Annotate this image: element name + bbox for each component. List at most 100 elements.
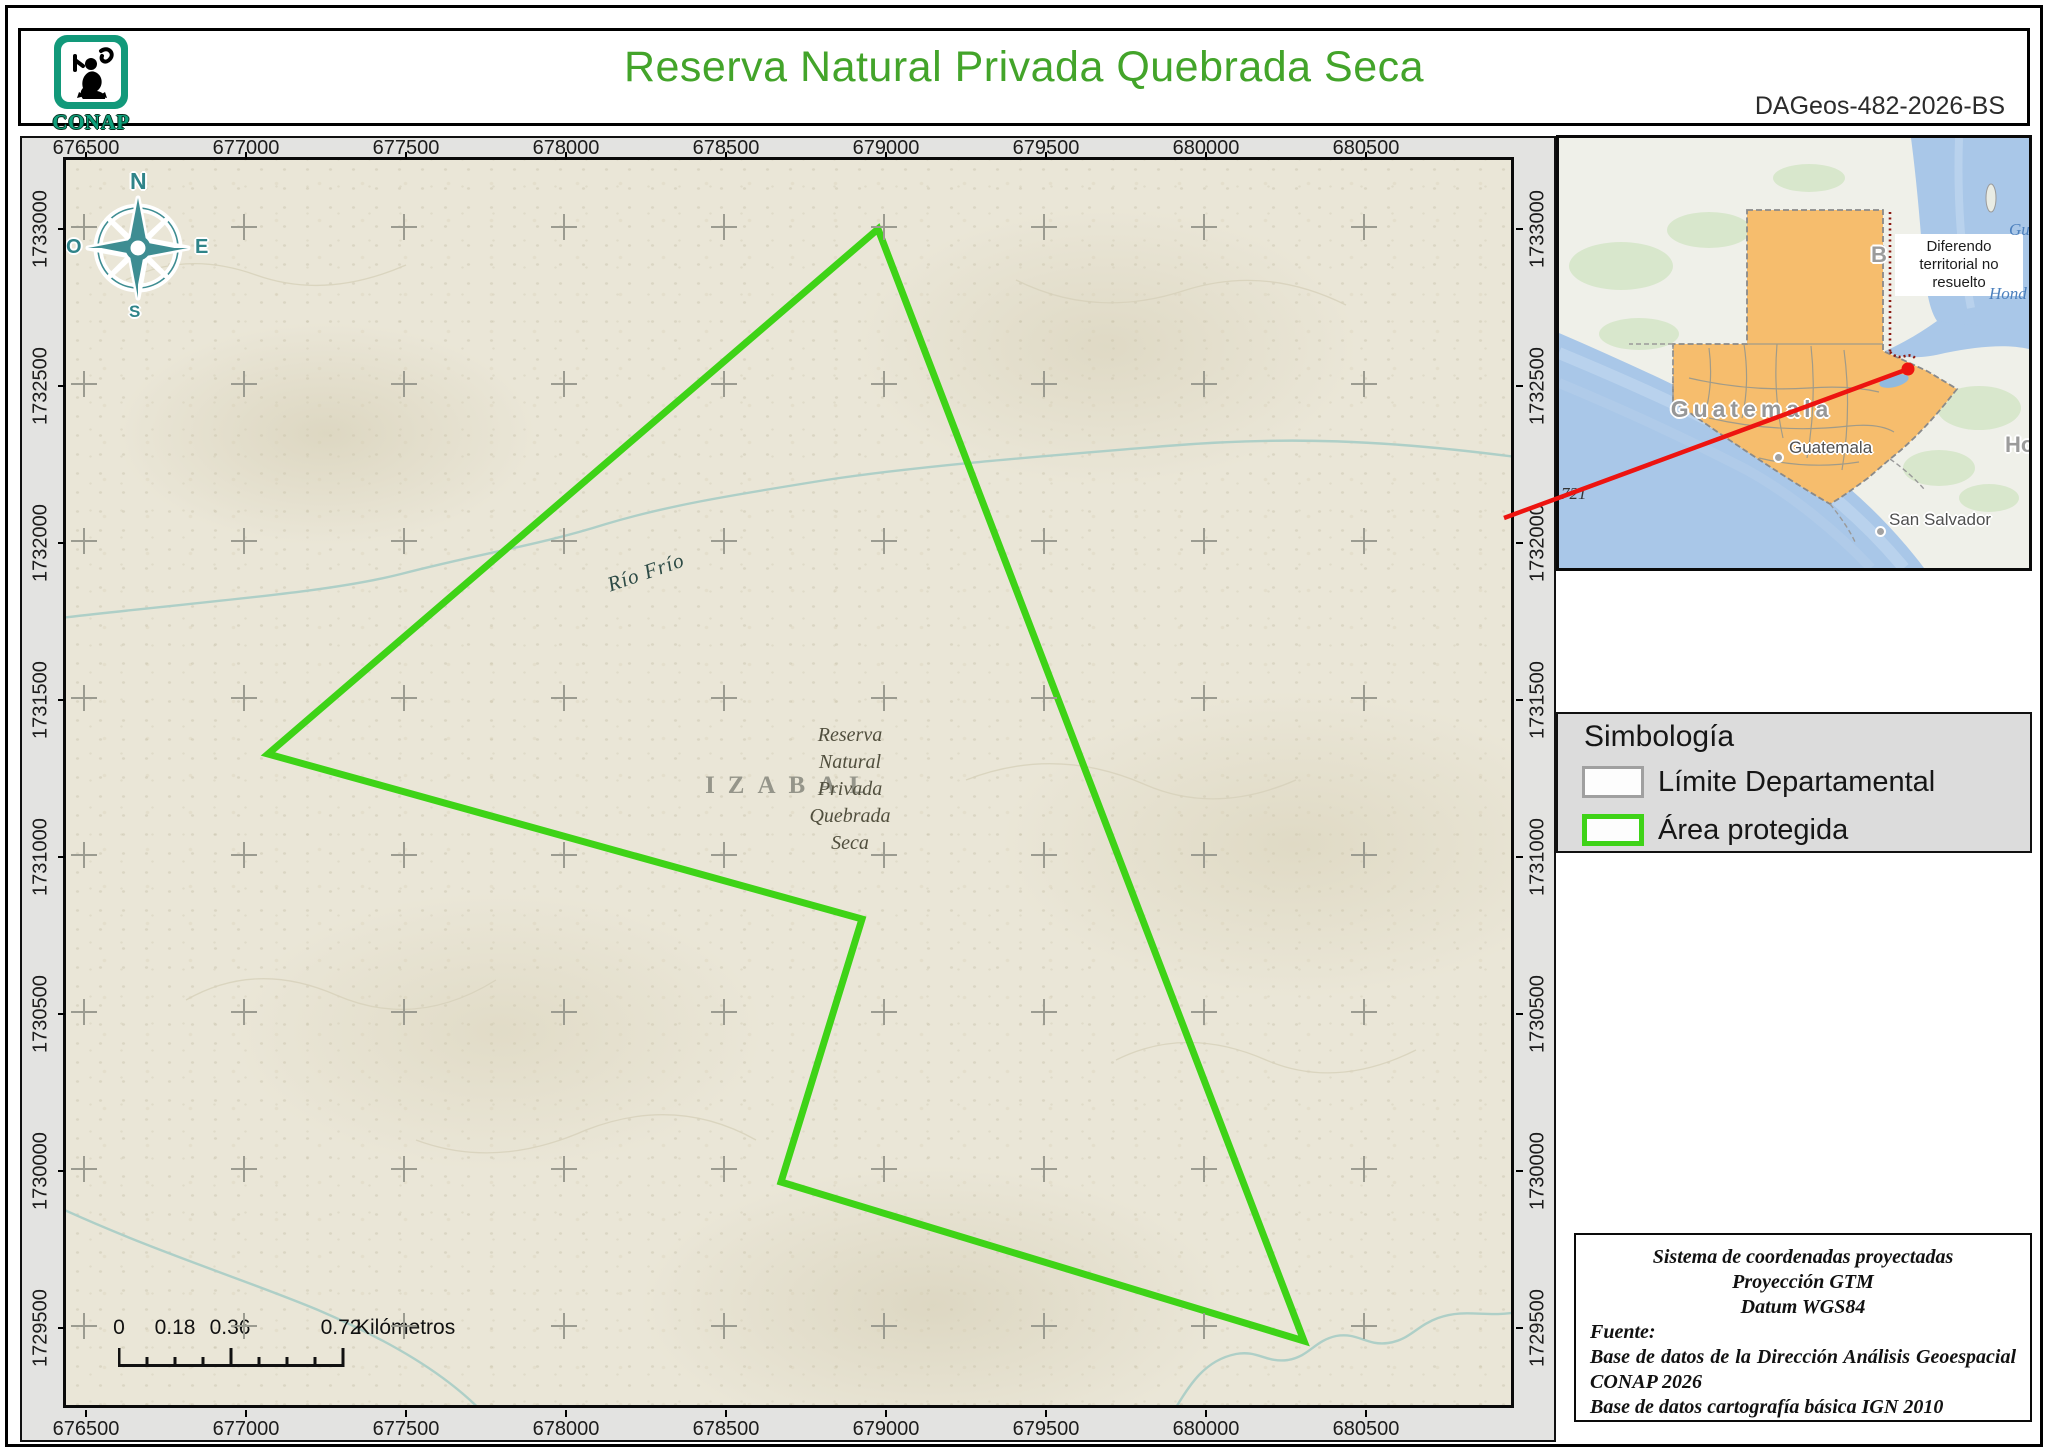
grid-cross: [71, 685, 97, 711]
conap-logo-text: CONAP: [41, 110, 141, 135]
y-axis-tick-right: [1516, 856, 1523, 858]
y-axis-tick-right: [1516, 228, 1523, 230]
grid-cross: [1031, 528, 1057, 554]
y-axis-tick-left: [58, 1170, 65, 1172]
grid-cross: [551, 371, 577, 397]
grid-cross: [1351, 371, 1377, 397]
y-axis-tick-right: [1516, 1170, 1523, 1172]
y-axis-tick-left: [58, 1327, 65, 1329]
grid-cross: [391, 1313, 417, 1339]
x-axis-label-bottom: 677500: [373, 1418, 440, 1441]
y-axis-label-right: 1731500: [1527, 661, 1550, 739]
grid-cross: [1191, 1156, 1217, 1182]
compass-s-label: S: [129, 302, 140, 322]
credits-source-heading: Fuente:: [1590, 1320, 2016, 1345]
x-axis-label-bottom: 678000: [533, 1418, 600, 1441]
grid-cross: [71, 842, 97, 868]
map-panel: N S O E Río Frío IZABAL ReservaNaturalPr…: [20, 136, 1556, 1442]
credits-projection: Proyección GTM: [1590, 1270, 2016, 1295]
y-axis-label-right: 1730000: [1527, 1132, 1550, 1210]
y-axis-label-right: 1732000: [1527, 504, 1550, 582]
grid-cross: [1351, 685, 1377, 711]
x-axis-tick-top: [1365, 152, 1367, 159]
grid-cross: [551, 685, 577, 711]
grid-cross: [1351, 1313, 1377, 1339]
document-id: DAGeos-482-2026-BS: [1755, 92, 2005, 121]
city-label-san-salvador: San Salvador: [1889, 510, 1991, 530]
compass-n-label: N: [130, 168, 147, 195]
x-axis-tick-top: [85, 152, 87, 159]
grid-cross: [231, 1156, 257, 1182]
gulf-partial-label-2: Hond: [1989, 284, 2027, 304]
grid-cross: [1351, 842, 1377, 868]
map-canvas[interactable]: N S O E Río Frío IZABAL ReservaNaturalPr…: [66, 160, 1511, 1405]
compass-rose: N S O E: [68, 170, 208, 320]
y-axis-label-left: 1733000: [30, 190, 53, 268]
x-axis-label-bottom: 676500: [53, 1418, 120, 1441]
y-axis-label-left: 1732000: [30, 504, 53, 582]
grid-cross: [231, 842, 257, 868]
grid-cross: [391, 1156, 417, 1182]
compass-e-label: E: [195, 236, 208, 259]
grid-cross: [391, 842, 417, 868]
legend-label-protected: Área protegida: [1658, 814, 1848, 847]
grid-cross: [871, 214, 897, 240]
x-axis-tick-bottom: [1205, 1410, 1207, 1417]
grid-cross: [1031, 842, 1057, 868]
grid-cross: [231, 528, 257, 554]
capital-city-label: Guatemala: [1789, 438, 1872, 458]
x-axis-label-bottom: 678500: [693, 1418, 760, 1441]
x-axis-tick-top: [405, 152, 407, 159]
y-axis-tick-right: [1516, 1013, 1523, 1015]
grid-cross: [1191, 685, 1217, 711]
grid-cross: [711, 214, 737, 240]
map-frame: N S O E Río Frío IZABAL ReservaNaturalPr…: [63, 157, 1514, 1408]
grid-cross: [1191, 371, 1217, 397]
grid-cross: [551, 214, 577, 240]
grid-cross: [71, 214, 97, 240]
grid-cross: [231, 371, 257, 397]
grid-cross: [1351, 214, 1377, 240]
grid-cross: [551, 842, 577, 868]
map-document-page: { "header": { "title": "Reserva Natural …: [0, 0, 2048, 1452]
grid-cross: [1351, 528, 1377, 554]
y-axis-label-left: 1731000: [30, 818, 53, 896]
x-axis-tick-top: [885, 152, 887, 159]
grid-cross: [71, 371, 97, 397]
x-axis-tick-top: [1045, 152, 1047, 159]
x-axis-label-bottom: 680000: [1173, 1418, 1240, 1441]
grid-cross: [711, 685, 737, 711]
x-axis-label-bottom: 679000: [853, 1418, 920, 1441]
grid-cross: [1031, 371, 1057, 397]
x-axis-label-bottom: 680500: [1333, 1418, 1400, 1441]
city-marker-san-salvador: [1875, 526, 1886, 537]
grid-cross: [871, 1156, 897, 1182]
credits-datum: Datum WGS84: [1590, 1295, 2016, 1320]
inset-locator-map[interactable]: B Diferendo territorial no resuelto Gu H…: [1556, 135, 2032, 571]
grid-cross: [711, 842, 737, 868]
grid-cross: [1191, 528, 1217, 554]
grid-cross: [71, 1313, 97, 1339]
x-axis-tick-top: [725, 152, 727, 159]
y-axis-label-right: 1732500: [1527, 347, 1550, 425]
scale-bar: 00.180.360.72Kilómetros: [118, 1316, 538, 1376]
y-axis-tick-left: [58, 385, 65, 387]
legend-swatch-departmental: [1582, 766, 1644, 798]
scale-bar-number: 0: [113, 1316, 125, 1340]
y-axis-label-left: 1729500: [30, 1289, 53, 1367]
grid-cross: [551, 1313, 577, 1339]
honduras-partial-label: Ho: [2005, 432, 2032, 458]
x-axis-tick-top: [565, 152, 567, 159]
credits-coordinate-system: Sistema de coordenadas proyectadas: [1590, 1245, 2016, 1270]
y-axis-label-right: 1729500: [1527, 1289, 1550, 1367]
grid-cross: [711, 1313, 737, 1339]
x-axis-tick-top: [245, 152, 247, 159]
country-label: Guatemala: [1647, 396, 1857, 423]
x-axis-tick-bottom: [405, 1410, 407, 1417]
gulf-partial-label-1: Gu: [2009, 220, 2030, 240]
y-axis-label-left: 1732500: [30, 347, 53, 425]
grid-cross: [71, 999, 97, 1025]
scale-bar-ruler: [118, 1344, 418, 1370]
x-axis-label-bottom: 677000: [213, 1418, 280, 1441]
credits-source-2: Base de datos cartografía básica IGN 201…: [1590, 1395, 2016, 1420]
